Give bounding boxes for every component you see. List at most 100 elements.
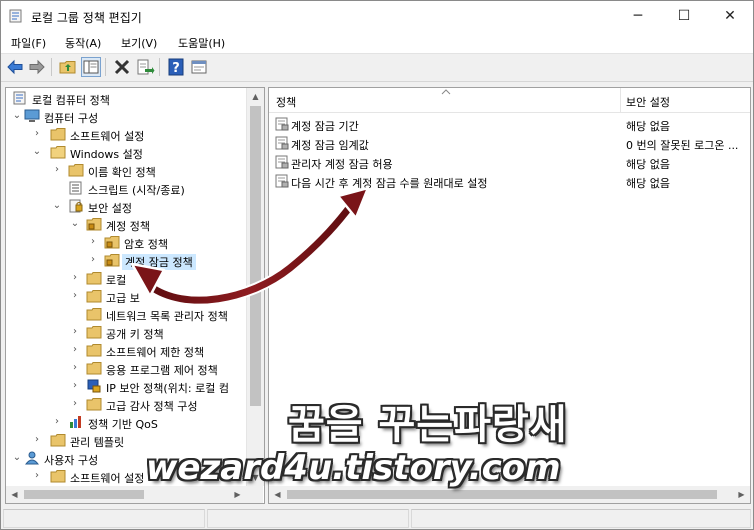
expand-chevron-icon[interactable]: › (70, 381, 80, 391)
toolbar-separator (159, 58, 160, 76)
forward-icon[interactable] (27, 57, 47, 77)
expand-chevron-icon[interactable]: › (32, 435, 42, 445)
scroll-left-icon[interactable]: ◀ (269, 486, 286, 503)
help-icon[interactable]: ? (166, 57, 186, 77)
table-row[interactable]: 계정 잠금 기간 해당 없음 (269, 115, 750, 134)
back-icon[interactable] (5, 57, 25, 77)
scroll-right-icon[interactable]: ▶ (229, 486, 246, 503)
tree-item-account-policies[interactable]: ⌄ 계정 정책 (6, 216, 246, 234)
table-row[interactable]: 계정 잠금 임계값 0 번의 잘못된 로그온 ... (269, 134, 750, 153)
tree-item-account-lockout-policy[interactable]: › 계정 잠금 정책 (6, 252, 246, 270)
show-hide-tree-icon[interactable] (81, 57, 101, 77)
svg-text:?: ? (172, 61, 180, 76)
title-bar[interactable]: 로컬 그룹 정책 편집기 ─ ☐ ✕ (1, 1, 753, 31)
tree-item-advanced-security[interactable]: › 고급 보 (6, 288, 246, 306)
ip-security-icon (87, 379, 101, 393)
tree-item-advanced-audit[interactable]: › 고급 감사 정책 구성 (6, 396, 246, 414)
tree-item-label: 로컬 컴퓨터 정책 (32, 94, 110, 107)
tree-item-local[interactable]: › 로컬 (6, 270, 246, 288)
tree-item-software-settings[interactable]: › 소프트웨어 설정 (6, 126, 246, 144)
expand-chevron-icon[interactable]: › (88, 237, 98, 247)
scrollbar-thumb[interactable] (287, 490, 717, 499)
tree-item-local-computer-policy[interactable]: 로컬 컴퓨터 정책 (6, 90, 246, 108)
tree-item-label: 이름 확인 정책 (88, 166, 156, 179)
lock-folder-icon (86, 218, 102, 231)
expand-chevron-icon[interactable]: › (32, 129, 42, 139)
tree-pane[interactable]: 로컬 컴퓨터 정책 ⌄ 컴퓨터 구성 › 소프트웨어 설정 ⌄ Windows … (5, 87, 265, 504)
expand-chevron-icon[interactable]: › (70, 399, 80, 409)
column-header-security-setting[interactable]: 보안 설정 (626, 94, 670, 110)
menu-view[interactable]: 보기(V) (121, 35, 157, 51)
scroll-right-icon[interactable]: ▶ (733, 486, 750, 503)
tree-item-ip-security[interactable]: › IP 보안 정책(위치: 로컬 컴 (6, 378, 246, 396)
toolbar: ? (1, 54, 753, 82)
collapse-chevron-icon[interactable]: ⌄ (12, 453, 22, 463)
collapse-chevron-icon[interactable]: ⌄ (70, 219, 80, 229)
scrollbar-thumb[interactable] (24, 490, 144, 499)
tree-item-label: 소프트웨어 설정 (70, 130, 145, 143)
tree-item-label: 고급 감사 정책 구성 (106, 400, 198, 413)
tree-horizontal-scrollbar[interactable]: ◀ ▶ (6, 486, 246, 503)
minimize-button[interactable]: ─ (615, 1, 661, 31)
scroll-left-icon[interactable]: ◀ (6, 486, 23, 503)
lock-folder-icon (104, 254, 120, 267)
menu-action[interactable]: 동작(A) (65, 35, 101, 51)
folder-icon (86, 344, 102, 357)
maximize-button[interactable]: ☐ (661, 1, 707, 31)
menu-file[interactable]: 파일(F) (11, 35, 46, 51)
policy-setting-icon (275, 117, 289, 131)
expand-chevron-icon[interactable]: › (88, 255, 98, 265)
expand-chevron-icon[interactable]: › (70, 345, 80, 355)
tree-vertical-scrollbar[interactable]: ▲ ▼ (246, 88, 264, 486)
tree-item-network-list-manager[interactable]: 네트워크 목록 관리자 정책 (6, 306, 246, 324)
tree-item-security-settings[interactable]: ⌄ 보안 설정 (6, 198, 246, 216)
expand-chevron-icon[interactable]: › (52, 417, 62, 427)
expand-chevron-icon[interactable]: › (70, 327, 80, 337)
policy-setting-icon (275, 136, 289, 150)
scroll-up-icon[interactable]: ▲ (247, 88, 264, 105)
tree-item-label: 로컬 (106, 274, 127, 287)
collapse-chevron-icon[interactable]: ⌄ (32, 147, 42, 157)
expand-chevron-icon[interactable]: › (70, 291, 80, 301)
close-button[interactable]: ✕ (707, 1, 753, 31)
script-icon (69, 181, 82, 195)
sort-ascending-icon (441, 89, 451, 95)
column-divider[interactable] (620, 88, 621, 112)
expand-chevron-icon[interactable]: › (70, 363, 80, 373)
export-list-icon[interactable] (135, 57, 155, 77)
tree-item-name-resolution-policy[interactable]: › 이름 확인 정책 (6, 162, 246, 180)
table-row[interactable]: 관리자 계정 잠금 허용 해당 없음 (269, 153, 750, 172)
folder-open-icon (50, 146, 66, 159)
tree-item-policy-based-qos[interactable]: › 정책 기반 QoS (6, 414, 246, 432)
expand-chevron-icon[interactable]: › (70, 273, 80, 283)
properties-icon[interactable] (189, 57, 209, 77)
tree-item-password-policy[interactable]: › 암호 정책 (6, 234, 246, 252)
tree-item-application-control[interactable]: › 응용 프로그램 제어 정책 (6, 360, 246, 378)
details-horizontal-scrollbar[interactable]: ◀ ▶ (269, 486, 750, 503)
policy-name: 관리자 계정 잠금 허용 (291, 158, 393, 171)
column-header-policy[interactable]: 정책 (276, 94, 296, 110)
tree-item-software-restriction[interactable]: › 소프트웨어 제한 정책 (6, 342, 246, 360)
menu-help[interactable]: 도움말(H) (178, 35, 225, 51)
qos-chart-icon (70, 416, 81, 428)
tree-item-computer-config[interactable]: ⌄ 컴퓨터 구성 (6, 108, 246, 126)
tree-item-label: 소프트웨어 설정 (70, 472, 145, 485)
collapse-chevron-icon[interactable]: ⌄ (52, 201, 62, 211)
delete-icon[interactable] (112, 57, 132, 77)
toolbar-separator (51, 58, 52, 76)
folder-icon (50, 434, 66, 447)
expand-chevron-icon[interactable]: › (32, 471, 42, 481)
watermark-url: wezard4u.tistory.com (146, 448, 561, 488)
table-row[interactable]: 다음 시간 후 계정 잠금 수를 원래대로 설정 해당 없음 (269, 172, 750, 191)
up-folder-icon[interactable] (58, 57, 78, 77)
policy-editor-icon (9, 9, 22, 23)
scrollbar-thumb[interactable] (250, 106, 261, 406)
tree-item-windows-settings[interactable]: ⌄ Windows 설정 (6, 144, 246, 162)
window-title: 로컬 그룹 정책 편집기 (31, 11, 142, 25)
tree-item-label: 정책 기반 QoS (88, 418, 158, 431)
expand-chevron-icon[interactable]: › (52, 165, 62, 175)
collapse-chevron-icon[interactable]: ⌄ (12, 111, 22, 121)
tree-item-scripts[interactable]: 스크립트 (시작/종료) (6, 180, 246, 198)
folder-icon (86, 272, 102, 285)
tree-item-public-key-policies[interactable]: › 공개 키 정책 (6, 324, 246, 342)
